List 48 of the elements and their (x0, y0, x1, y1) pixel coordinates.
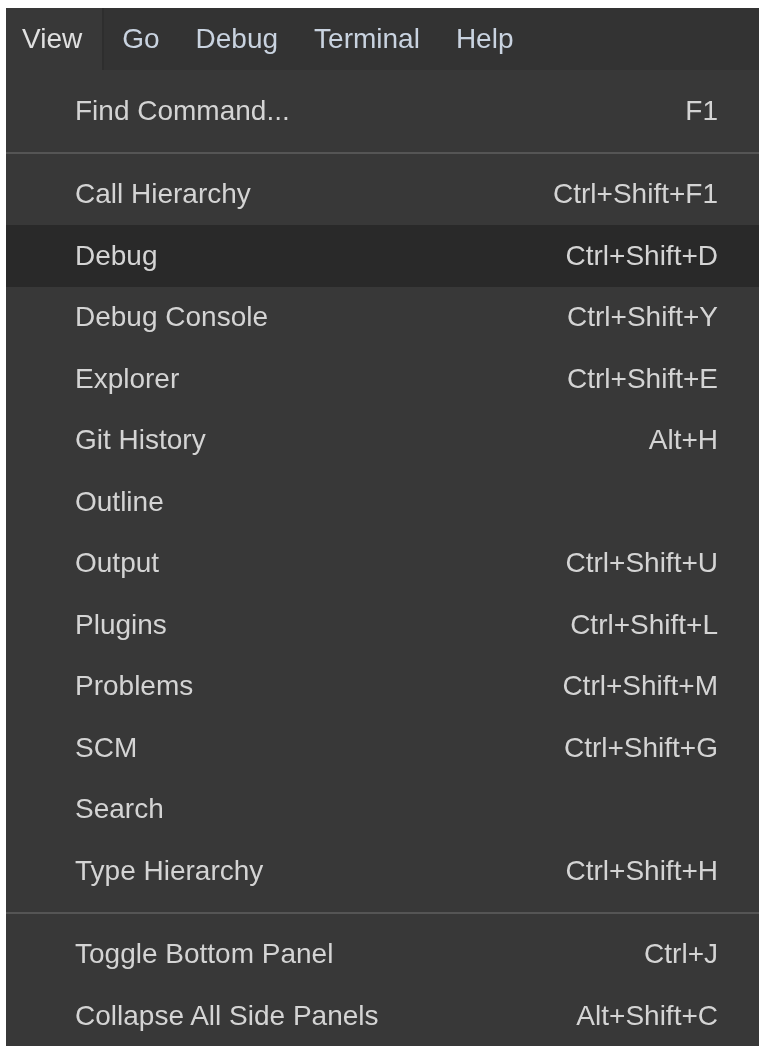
menu-item-label: Problems (75, 670, 194, 703)
menu-item[interactable]: Outline (6, 471, 759, 533)
shortcut-text: Ctrl+Shift+L (570, 608, 718, 641)
shortcut-text: Ctrl+Shift+U (565, 547, 718, 580)
menu-item-label: Find Command... (75, 94, 290, 127)
shortcut-text: Ctrl+Shift+H (565, 854, 718, 887)
menu-item-label: Debug (75, 239, 158, 272)
menu-item-label: SCM (75, 731, 138, 764)
shortcut-text: Ctrl+Shift+M (562, 670, 718, 703)
shortcut-text: Ctrl+Shift+D (565, 239, 718, 272)
menu-bar-item[interactable]: Go (104, 8, 178, 70)
menu-item[interactable]: Output Ctrl+Shift+U (6, 532, 759, 594)
menu-item[interactable]: Debug Console Ctrl+Shift+Y (6, 286, 759, 348)
shortcut-text: Ctrl+Shift+F1 (553, 178, 718, 211)
shortcut-text: Ctrl+Shift+E (567, 362, 718, 395)
menu-item-label: Git History (75, 424, 206, 457)
menu-item-label: Output (75, 547, 160, 580)
menu-bar-item[interactable]: Debug (177, 8, 297, 70)
menu-bar-item[interactable]: Terminal (296, 8, 438, 70)
shortcut-text: Ctrl+J (644, 938, 718, 971)
shortcut-text: Alt+Shift+C (576, 999, 718, 1032)
shortcut-text: Ctrl+Shift+G (563, 731, 718, 764)
menu-bar-item[interactable]: View (6, 8, 105, 70)
shortcut-text: F1 (685, 94, 718, 127)
menu-item-label: Search (75, 793, 164, 826)
menu-item[interactable]: Debug Ctrl+Shift+D (6, 225, 759, 287)
menu-item[interactable]: Call Hierarchy Ctrl+Shift+F1 (6, 163, 759, 225)
menu-item[interactable]: Search (6, 778, 759, 840)
menu-item-label: Collapse All Side Panels (75, 999, 379, 1032)
menu-item[interactable]: Toggle Bottom Panel Ctrl+J (6, 923, 759, 985)
menu-item-label: Call Hierarchy (75, 178, 251, 211)
menu-bar-item[interactable]: Help (437, 8, 532, 70)
menu-item-label: Outline (75, 485, 164, 518)
menu-item-label: Debug Console (75, 301, 269, 334)
menu-item[interactable]: Type Hierarchy Ctrl+Shift+H (6, 840, 759, 902)
menu-item[interactable]: Problems Ctrl+Shift+M (6, 655, 759, 717)
menu-item[interactable]: Find Command... F1 (6, 80, 759, 142)
menu-item-label: Plugins (75, 608, 167, 641)
menu-item-label: Type Hierarchy (75, 854, 264, 887)
menu-item-label: Toggle Bottom Panel (75, 938, 334, 971)
menu-item[interactable]: Plugins Ctrl+Shift+L (6, 594, 759, 656)
shortcut-text: Ctrl+Shift+Y (567, 301, 718, 334)
menu-item[interactable]: Git History Alt+H (6, 409, 759, 471)
menu-item[interactable]: Explorer Ctrl+Shift+E (6, 348, 759, 410)
menu-item[interactable]: Collapse All Side Panels Alt+Shift+C (6, 985, 759, 1046)
menu-item[interactable]: SCM Ctrl+Shift+G (6, 717, 759, 779)
menu-item-label: Explorer (75, 362, 180, 395)
shortcut-text: Alt+H (648, 424, 718, 457)
